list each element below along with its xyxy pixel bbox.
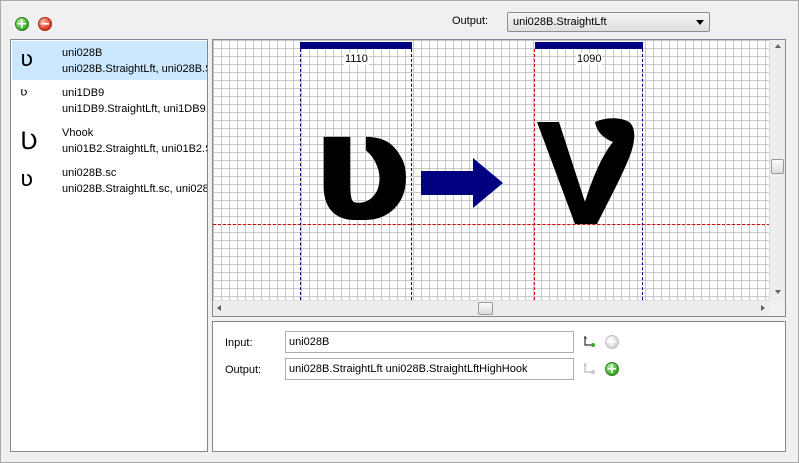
right-arrow-icon [421,158,503,208]
input-field-label: Input: [225,337,253,349]
output-select-value: uni028B.StraightLft [513,16,607,28]
add-rule-button[interactable]: + [15,17,29,31]
scroll-left-icon[interactable] [217,305,221,311]
glyph-picker-icon[interactable] [582,334,598,350]
output-right-sidebearing-line [642,49,643,300]
plus-icon: + [606,361,618,377]
list-item-alternates: uni01B2.StraightLft, uni01B2.StraightLft… [62,143,207,155]
glyph-preview: Ʋ [20,127,38,155]
list-item-alternates: uni028B.StraightLft.sc, uni028B.Straight… [62,183,207,195]
preview-horizontal-scrollbar[interactable] [213,300,770,316]
input-field[interactable]: uni028B [285,331,574,353]
output-advance-bar [535,42,643,49]
list-item[interactable]: ᶹ uni1DB9 uni1DB9.StraightLft, uni1DB9.S… [12,81,207,120]
minus-icon: − [39,16,51,32]
remove-rule-button[interactable]: − [38,17,52,31]
output-field-label: Output: [225,364,262,376]
input-advance-bar [300,42,412,49]
list-item[interactable]: Ʋ Vhook uni01B2.StraightLft, uni01B2.Str… [12,121,207,160]
scroll-up-icon[interactable] [775,44,781,48]
input-left-sidebearing-line [300,49,301,300]
preview-vertical-scrollbar[interactable] [769,40,785,300]
scroll-down-icon[interactable] [775,290,781,294]
glyph-preview: ʋ [20,167,34,192]
list-item[interactable]: ʋ uni028B uni028B.StraightLft, uni028B.S… [12,41,207,80]
input-advance-width: 1110 [344,53,369,65]
output-selector-label: Output: [452,15,489,27]
glyph-preview: ʋ [20,47,34,72]
chevron-down-icon [696,20,704,25]
horizontal-scroll-thumb[interactable] [478,302,493,315]
list-item-alternates: uni028B.StraightLft, uni028B.StraightLft… [62,63,207,75]
glyph-preview: ᶹ [20,83,29,107]
vertical-scroll-thumb[interactable] [771,159,784,174]
list-item-name: uni1DB9 [62,87,105,99]
output-field[interactable]: uni028B.StraightLft uni028B.StraightLftH… [285,358,574,380]
output-select[interactable]: uni028B.StraightLft [507,12,710,32]
glyph-picker-icon[interactable] [582,361,598,377]
scroll-right-icon[interactable] [761,305,765,311]
list-item-alternates: uni1DB9.StraightLft, uni1DB9.StraightLft… [62,103,207,115]
add-input-button[interactable]: + [605,335,619,349]
list-item-name: uni028B [62,47,103,59]
input-glyph-render: ʋ [311,79,413,256]
list-item[interactable]: ʋ uni028B.sc uni028B.StraightLft.sc, uni… [12,161,207,200]
list-item-name: uni028B.sc [62,167,117,179]
output-advance-width: 1090 [576,53,603,65]
list-item-name: Vhook [62,127,94,139]
glyph-list[interactable]: ʋ uni028B uni028B.StraightLft, uni028B.S… [10,39,208,452]
baseline-line [213,224,770,225]
rule-editor: Input: uni028B + Output: uni028B.Straigh… [212,321,786,452]
output-glyph-render [537,118,635,224]
scroll-corner [769,300,785,316]
add-output-button[interactable]: + [605,362,619,376]
plus-icon: + [16,16,28,32]
plus-icon: + [606,334,618,350]
glyph-preview-pane[interactable]: 1110 1090 ʋ [212,39,786,317]
preview-grid: 1110 1090 ʋ [213,40,770,300]
